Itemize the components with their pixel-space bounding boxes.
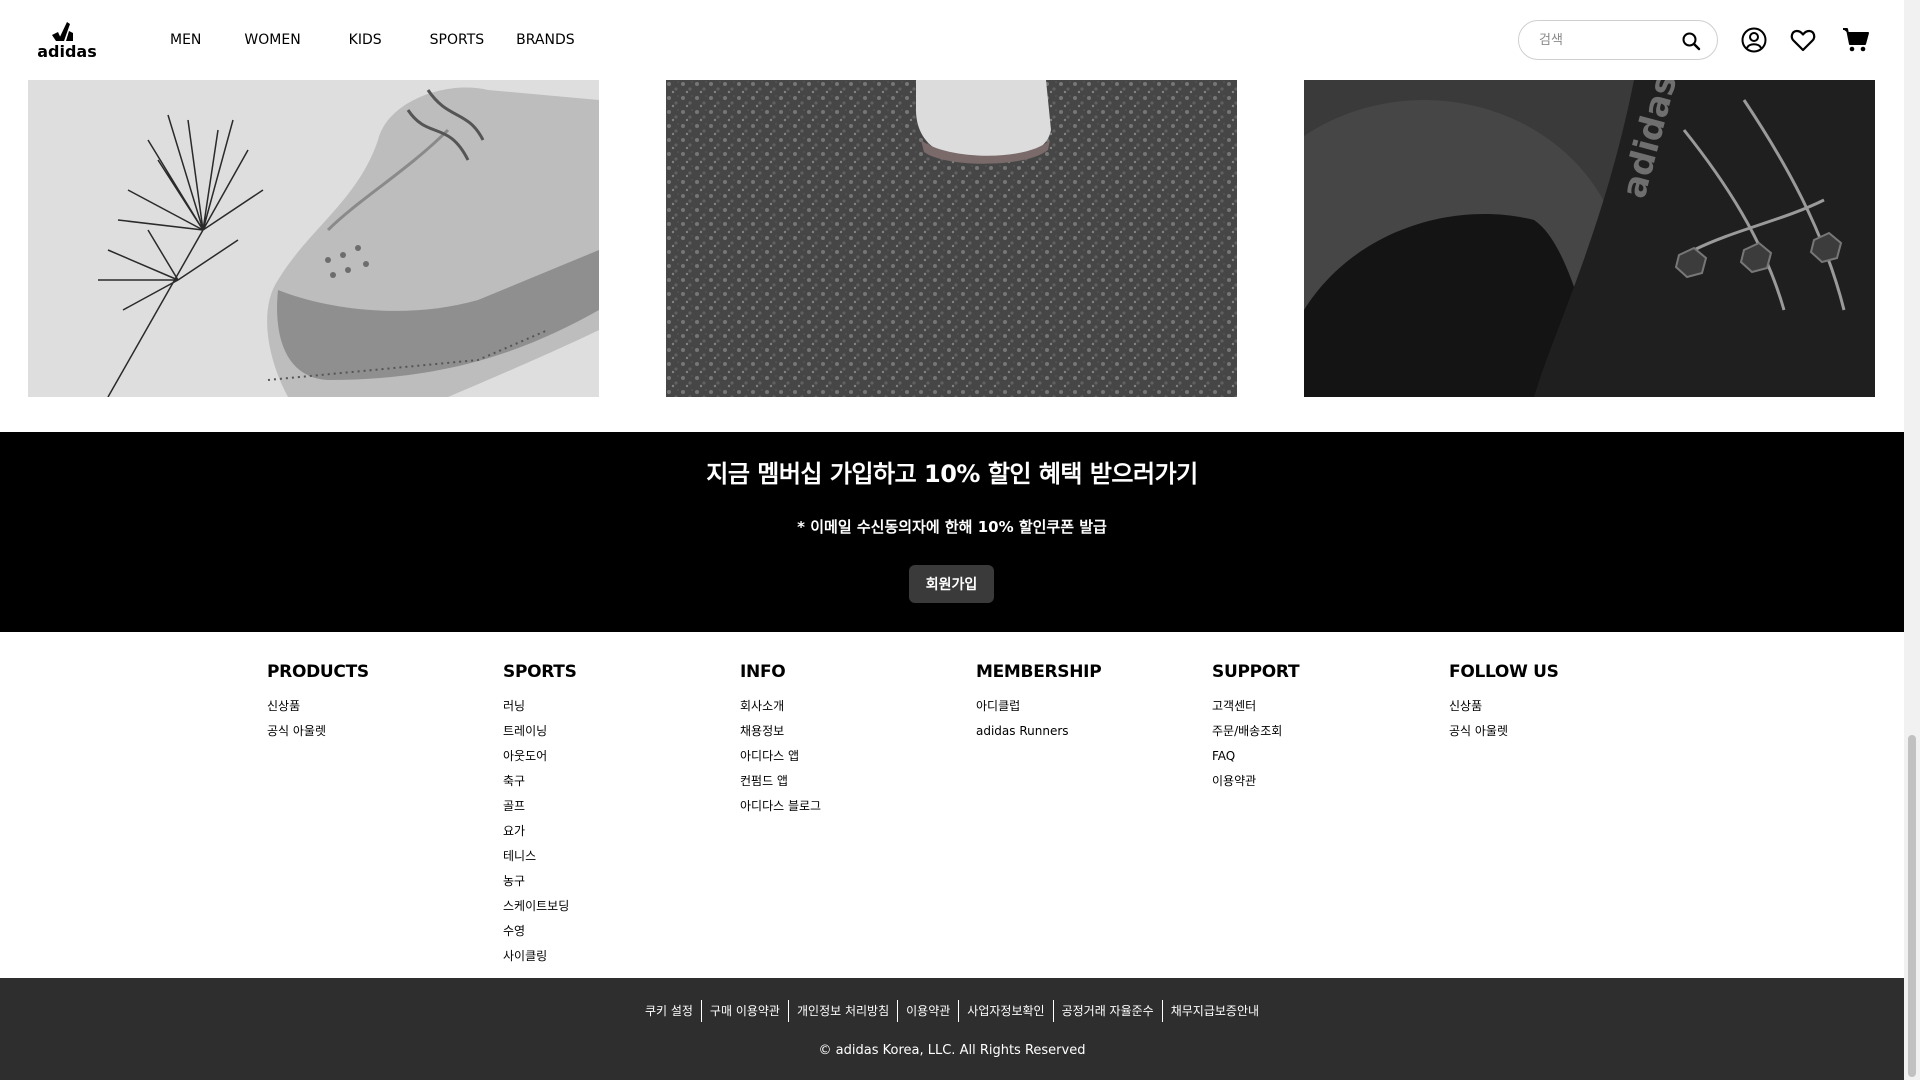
footer-column-info: INFO 회사소개 채용정보 아디다스 앱 컨펌드 앱 아디다스 블로그 [740,662,940,819]
terms-of-use-link[interactable]: 이용약관 [897,1000,958,1022]
nav-women[interactable]: WOMEN [244,32,300,48]
footer-link[interactable]: 골프 [503,794,703,819]
footer-heading: PRODUCTS [267,662,369,682]
footer-link[interactable]: 이용약관 [1212,769,1412,794]
footer-heading: SUPPORT [1212,662,1300,682]
cookie-settings-link[interactable]: 쿠키 설정 [637,1000,701,1022]
footer-links: PRODUCTS 신상품 공식 아울렛 SPORTS 러닝 트레이닝 아웃도어 … [0,632,1904,978]
footer-link[interactable]: 사이클링 [503,944,703,969]
snow-sneaker-photo[interactable] [28,80,599,397]
footer-column-follow-us: FOLLOW US 신상품 공식 아울렛 [1449,662,1649,744]
search-icon[interactable] [1681,31,1701,51]
nav-kids[interactable]: KIDS [349,32,382,48]
legal-links: 쿠키 설정 구매 이용약관 개인정보 처리방침 이용약관 사업자정보확인 공정거… [0,1000,1904,1022]
signup-button[interactable]: 회원가입 [909,565,994,603]
search-box [1518,20,1718,60]
cart-icon[interactable] [1842,26,1870,54]
fair-trade-compliance-link[interactable]: 공정거래 자율준수 [1052,1000,1162,1022]
bottom-legal-bar: 쿠키 설정 구매 이용약관 개인정보 처리방침 이용약관 사업자정보확인 공정거… [0,978,1904,1080]
main-nav: MEN WOMEN KIDS SPORTS BRANDS [170,0,623,80]
footer-link[interactable]: adidas Runners [976,719,1176,744]
footer-column-products: PRODUCTS 신상품 공식 아울렛 [267,662,467,744]
footer-link[interactable]: 신상품 [267,694,467,719]
svg-text:adidas: adidas [37,42,97,61]
footer-link[interactable]: 컨펌드 앱 [740,769,940,794]
copyright-text: © adidas Korea, LLC. All Rights Reserved [818,1043,1086,1058]
purchase-terms-link[interactable]: 구매 이용약관 [700,1000,788,1022]
promo-title: 지금 멤버십 가입하고 10% 할인 혜택 받으러가기 [706,460,1198,488]
footer-heading: MEMBERSHIP [976,662,1102,682]
nav-men[interactable]: MEN [170,32,201,48]
membership-promo-banner: 지금 멤버십 가입하고 10% 할인 혜택 받으러가기 * 이메일 수신동의자에… [0,432,1904,632]
privacy-policy-link[interactable]: 개인정보 처리방침 [787,1000,897,1022]
scrollbar-thumb[interactable] [1908,735,1916,1077]
account-icon[interactable] [1740,26,1768,54]
footer-heading: INFO [740,662,786,682]
footer-link[interactable]: 아디클럽 [976,694,1176,719]
footer-heading: SPORTS [503,662,577,682]
gravel-runner-photo[interactable] [666,80,1237,397]
page: adidas MEN WOMEN KIDS SPORTS BRANDS 검색 a… [0,0,1904,1080]
adidas-logo[interactable]: adidas [36,19,98,61]
footer-column-membership: MEMBERSHIP 아디클럽 adidas Runners [976,662,1176,744]
footer-link[interactable]: 요가 [503,819,703,844]
footer-link[interactable]: 아웃도어 [503,744,703,769]
footer-link[interactable]: 트레이닝 [503,719,703,744]
footer-link[interactable]: 테니스 [503,844,703,869]
footer-column-support: SUPPORT 고객센터 주문/배송조회 FAQ 이용약관 [1212,662,1412,794]
footer-link[interactable]: 신상품 [1449,694,1649,719]
footer-link[interactable]: 공식 아울렛 [267,719,467,744]
search-input[interactable] [1539,29,1679,51]
footer-link[interactable]: 러닝 [503,694,703,719]
wishlist-heart-icon[interactable] [1789,26,1817,54]
footer-heading: FOLLOW US [1449,662,1559,682]
footer-link[interactable]: 스케이트보딩 [503,894,703,919]
footer-link[interactable]: 아디다스 블로그 [740,794,940,819]
nav-sports[interactable]: SPORTS [430,32,485,48]
footer-link[interactable]: 농구 [503,869,703,894]
business-info-link[interactable]: 사업자정보확인 [958,1000,1052,1022]
footer-link[interactable]: 주문/배송조회 [1212,719,1412,744]
page-scrollbar[interactable] [1904,0,1920,1080]
footer-link[interactable]: 채용정보 [740,719,940,744]
debt-guarantee-link[interactable]: 채무지급보증안내 [1161,1000,1267,1022]
site-header: adidas MEN WOMEN KIDS SPORTS BRANDS [0,0,1904,80]
footer-link[interactable]: 수영 [503,919,703,944]
footer-link[interactable]: 축구 [503,769,703,794]
footer-link[interactable]: 아디다스 앱 [740,744,940,769]
footer-link[interactable]: FAQ [1212,744,1412,769]
footer-column-sports: SPORTS 러닝 트레이닝 아웃도어 축구 골프 요가 테니스 농구 스케이트… [503,662,703,969]
footer-link[interactable]: 고객센터 [1212,694,1412,719]
nav-brands[interactable]: BRANDS [516,32,574,48]
footer-link[interactable]: 공식 아울렛 [1449,719,1649,744]
black-shoe-closeup-photo[interactable]: adidas [1304,80,1875,397]
promo-subtitle: * 이메일 수신동의자에 한해 10% 할인쿠폰 발급 [797,518,1107,536]
footer-link[interactable]: 회사소개 [740,694,940,719]
